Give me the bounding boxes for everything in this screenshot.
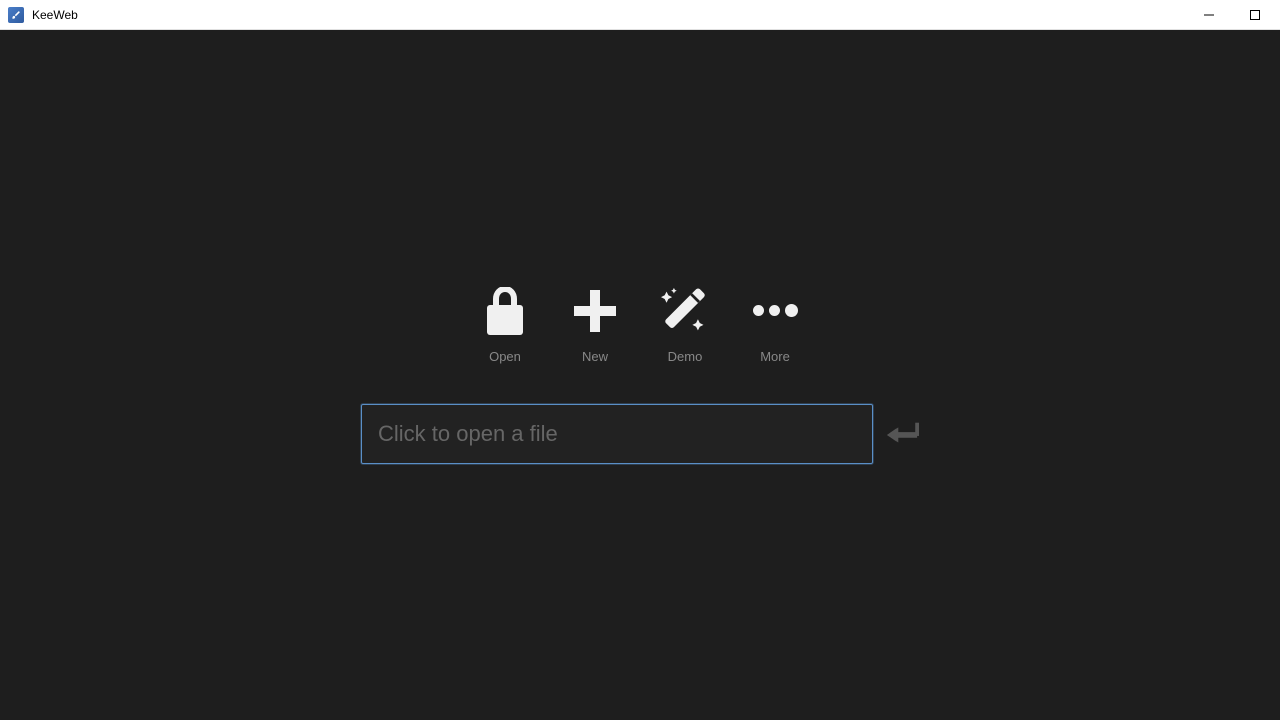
new-label: New [582, 349, 608, 364]
new-button[interactable]: New [571, 287, 619, 364]
main-content: Open New Demo [0, 30, 1280, 720]
window-title: KeeWeb [32, 8, 78, 22]
window-titlebar: KeeWeb [0, 0, 1280, 30]
magic-wand-icon [661, 287, 709, 335]
plus-icon [571, 287, 619, 335]
file-input-row [361, 404, 919, 464]
more-dots-icon [751, 287, 799, 335]
titlebar-left: KeeWeb [8, 7, 78, 23]
app-icon [8, 7, 24, 23]
more-button[interactable]: More [751, 287, 799, 364]
action-icons-row: Open New Demo [481, 287, 799, 364]
open-button[interactable]: Open [481, 287, 529, 364]
more-label: More [760, 349, 790, 364]
window-controls [1186, 0, 1278, 30]
maximize-button[interactable] [1232, 0, 1278, 30]
enter-icon[interactable] [887, 418, 919, 450]
lock-icon [481, 287, 529, 335]
file-input[interactable] [361, 404, 873, 464]
demo-label: Demo [668, 349, 703, 364]
demo-button[interactable]: Demo [661, 287, 709, 364]
open-label: Open [489, 349, 521, 364]
minimize-button[interactable] [1186, 0, 1232, 30]
